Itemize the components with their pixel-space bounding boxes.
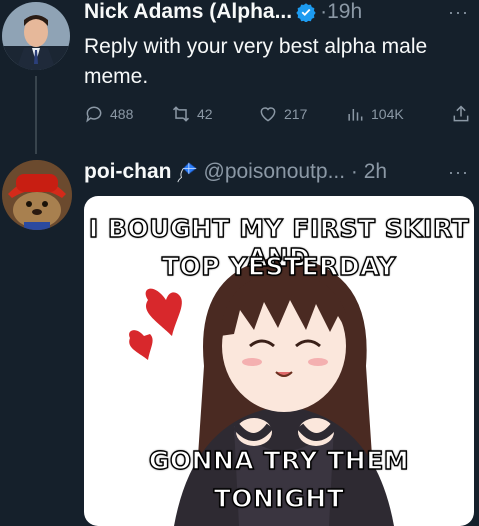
meme-caption-bottom-1: GONNA TRY THEM (148, 445, 410, 475)
like-button[interactable]: 217 (258, 104, 333, 124)
avatar-poi-chan[interactable] (2, 160, 72, 230)
more-options-icon[interactable]: ··· (448, 162, 469, 183)
display-name[interactable]: Nick Adams (Alpha... (84, 0, 292, 24)
retweet-count: 42 (197, 106, 213, 122)
tweet-poi-chan[interactable]: poi-chan @poisonoutp... · 2h ··· I BOUGH… (0, 150, 479, 526)
view-count: 104K (371, 106, 404, 122)
reply-icon (86, 106, 102, 123)
meme-caption-bottom-2: TONIGHT (213, 483, 345, 513)
verified-icon (296, 2, 316, 23)
tweet-nick-adams[interactable]: Nick Adams (Alpha... ·19h ··· Reply with… (0, 0, 479, 154)
reply-button[interactable]: 488 (84, 104, 159, 124)
handle-time[interactable]: @poisonoutp... · 2h (204, 160, 388, 184)
retweet-button[interactable]: 42 (171, 104, 246, 124)
views-button[interactable]: 104K (345, 104, 435, 124)
share-icon (453, 105, 469, 122)
tweet-text: Reply with your very best alpha male mem… (84, 35, 428, 88)
tweet-header: Nick Adams (Alpha... ·19h (84, 0, 362, 24)
more-options-icon[interactable]: ··· (448, 2, 469, 23)
reply-count: 488 (110, 106, 134, 122)
thread-line (35, 76, 37, 154)
like-icon (260, 107, 276, 122)
display-name[interactable]: poi-chan (84, 160, 172, 184)
meme-image[interactable]: I BOUGHT MY FIRST SKIRT AND TOP YESTERDA… (84, 196, 474, 526)
retweet-icon (172, 106, 190, 122)
avatar-nick-adams[interactable] (2, 2, 70, 70)
like-count: 217 (284, 106, 308, 122)
views-icon (348, 109, 363, 121)
kite-icon (176, 161, 198, 183)
tweet-header: poi-chan @poisonoutp... · 2h (84, 160, 387, 184)
tweet-actions: 488 42 217 104K (84, 104, 474, 124)
meme-caption-top-2: TOP YESTERDAY (161, 251, 397, 281)
share-button[interactable] (451, 104, 471, 124)
timestamp[interactable]: ·19h (320, 0, 362, 24)
